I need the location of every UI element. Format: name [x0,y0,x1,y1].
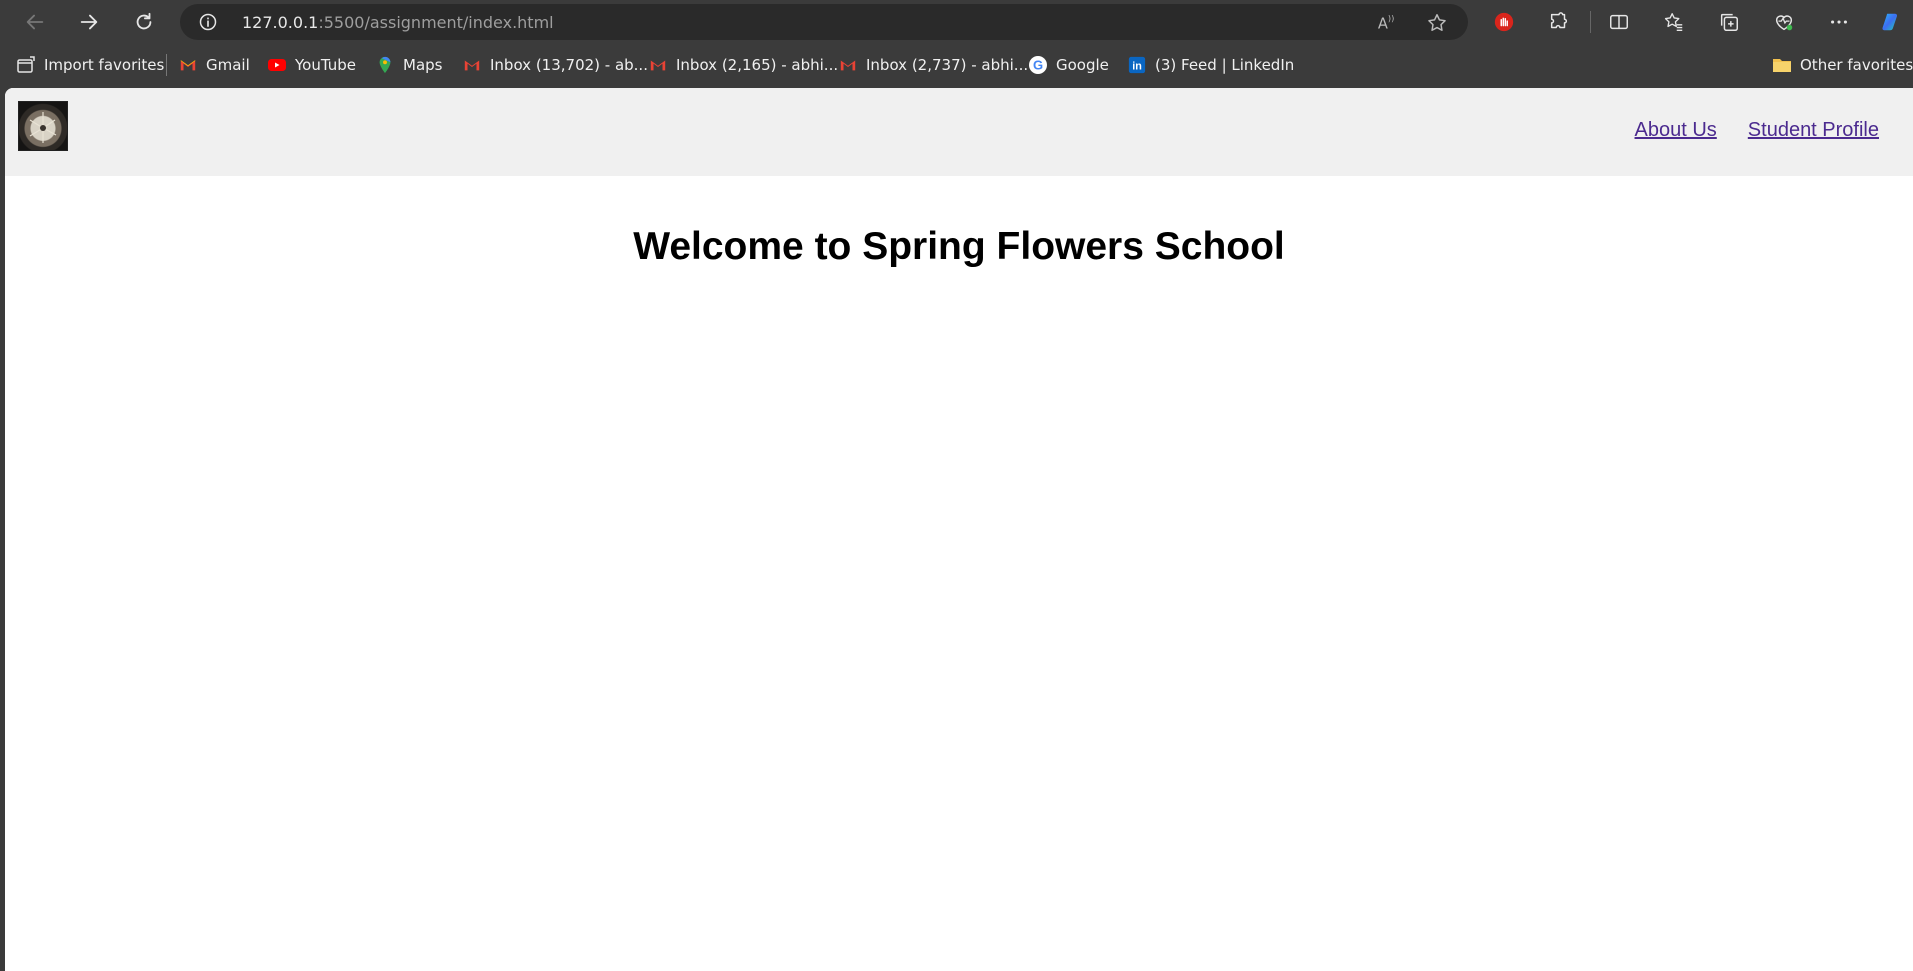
favorite-label: (3) Feed | LinkedIn [1155,56,1295,74]
refresh-icon [136,12,152,30]
favorites-bar: Import favorites Gmail YouTube Maps Inbo… [0,44,1913,86]
favorites-button[interactable] [1660,8,1688,36]
svg-text:A: A [1378,16,1388,33]
gmail-icon [648,55,668,75]
favorite-inbox-3[interactable]: Inbox (2,737) - abhi... [838,54,1028,76]
extensions-icon [1550,12,1568,29]
logo-image [29,112,57,143]
collections-button[interactable] [1715,8,1743,36]
favorite-label: Inbox (13,702) - ab... [490,56,648,74]
other-favorites[interactable]: Other favorites [1772,54,1913,76]
favorites-divider [166,54,167,76]
favorites-icon [1664,13,1683,31]
read-aloud-icon[interactable]: A)) [1376,12,1398,34]
nav-about-us-link[interactable]: About Us [1635,119,1717,142]
adblock-button[interactable] [1490,8,1518,36]
folder-icon [1772,55,1792,75]
split-screen-icon [1610,14,1628,30]
more-button[interactable] [1825,8,1853,36]
url-text[interactable]: 127.0.0.1:5500/assignment/index.html [242,13,554,32]
import-icon [16,55,36,75]
gmail-icon [838,55,858,75]
forward-button[interactable] [73,6,105,38]
extensions-button[interactable] [1545,8,1573,36]
adblock-icon [1494,12,1514,32]
svg-text:G: G [1033,58,1043,73]
split-screen-button[interactable] [1605,8,1633,36]
refresh-button[interactable] [128,6,160,38]
browser-essentials-button[interactable] [1770,8,1798,36]
favorite-label: Import favorites [44,56,165,74]
favorite-label: Inbox (2,737) - abhi... [866,56,1029,74]
favorite-label: Gmail [206,56,250,74]
svg-text:in: in [1132,61,1142,73]
linkedin-icon: in [1127,55,1147,75]
favorite-google[interactable]: G Google [1028,54,1109,76]
forward-icon [80,14,98,30]
gmail-icon [462,55,482,75]
google-icon: G [1028,55,1048,75]
more-icon [1831,20,1847,24]
url-host: 127.0.0.1 [242,13,319,32]
favorite-inbox-1[interactable]: Inbox (13,702) - ab... [462,54,648,76]
browser-essentials-icon [1775,15,1793,31]
back-button[interactable] [19,6,51,38]
favorite-label: Google [1056,56,1109,74]
svg-text:)): )) [1388,13,1394,23]
collections-icon [1720,13,1738,31]
favorite-maps[interactable]: Maps [375,54,442,76]
gmail-icon [178,55,198,75]
toolbar-divider [1590,11,1591,33]
maps-icon [375,55,395,75]
favorite-import[interactable]: Import favorites [16,54,164,76]
favorite-youtube[interactable]: YouTube [267,54,356,76]
other-favorites-label: Other favorites [1800,56,1913,74]
site-header: About Us Student Profile [5,88,1913,176]
favorite-inbox-2[interactable]: Inbox (2,165) - abhi... [648,54,838,76]
youtube-icon [267,55,287,75]
page-viewport: About Us Student Profile Welcome to Spri… [5,88,1913,971]
copilot-icon [1882,13,1898,31]
favorite-label: Inbox (2,165) - abhi... [676,56,839,74]
favorite-linkedin[interactable]: in (3) Feed | LinkedIn [1127,54,1294,76]
page-title: Welcome to Spring Flowers School [633,225,1285,268]
favorite-label: Maps [403,56,443,74]
info-icon[interactable] [198,12,218,32]
favorite-gmail[interactable]: Gmail [178,54,250,76]
browser-toolbar: 127.0.0.1:5500/assignment/index.html A)) [0,0,1913,44]
favorite-star-icon[interactable] [1426,12,1448,34]
address-bar[interactable]: 127.0.0.1:5500/assignment/index.html A)) [180,4,1468,40]
back-icon [26,14,44,30]
favorite-label: YouTube [295,56,356,74]
nav-student-profile-link[interactable]: Student Profile [1748,119,1879,142]
copilot-button[interactable] [1877,8,1905,36]
url-path: :5500/assignment/index.html [318,13,554,32]
site-nav: About Us Student Profile [1635,119,1879,142]
